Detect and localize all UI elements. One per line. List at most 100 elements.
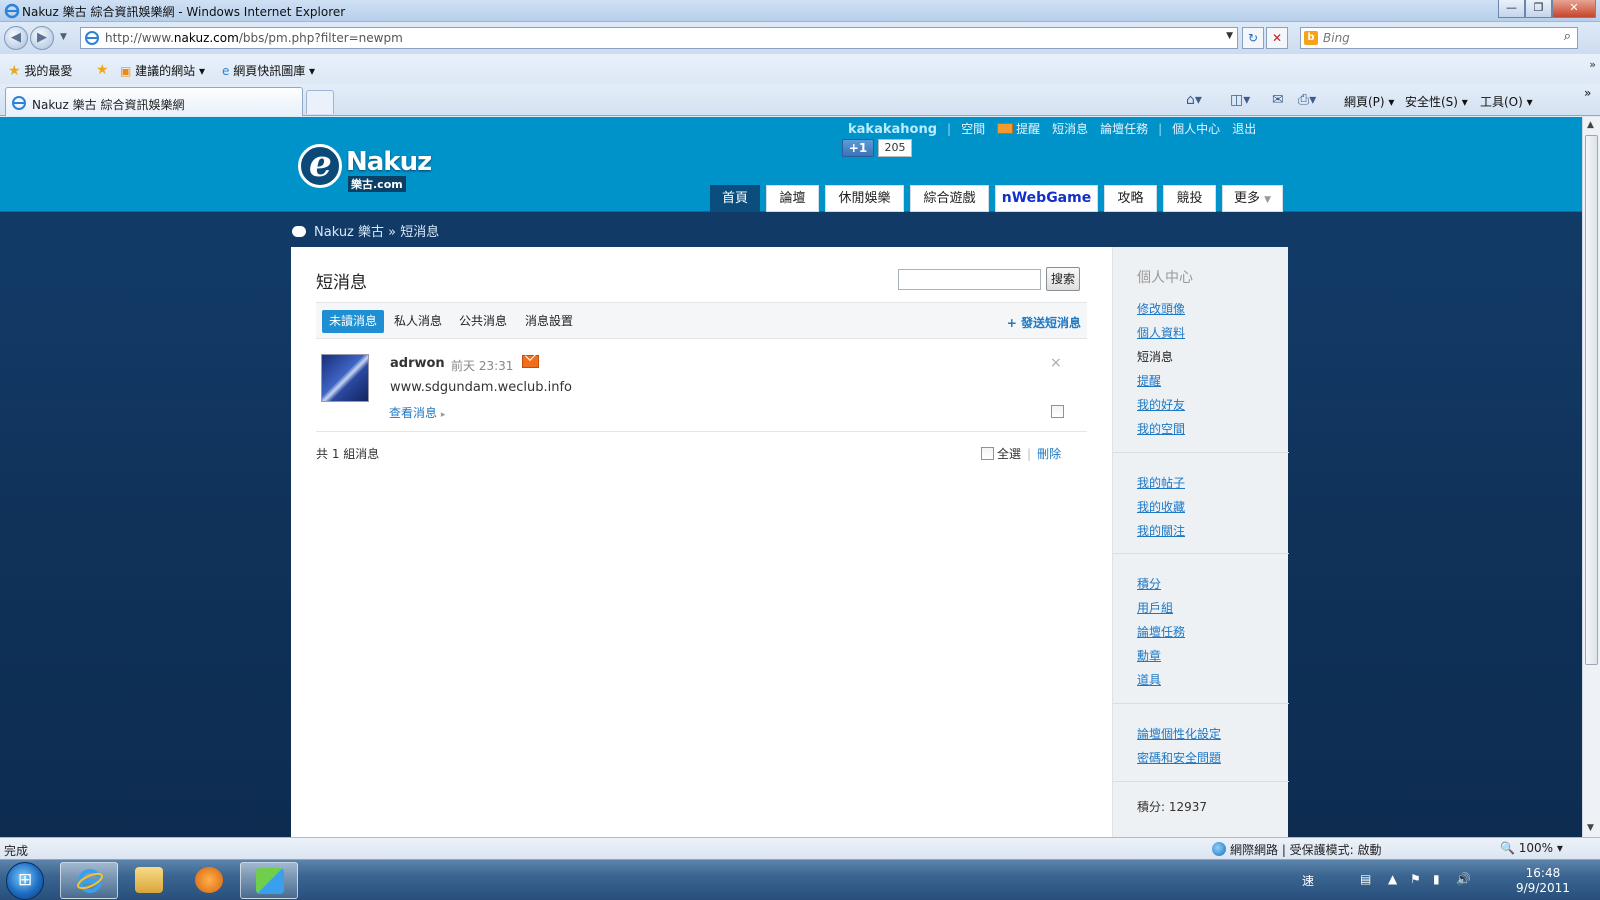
breadcrumb-text[interactable]: Nakuz 樂古 » 短消息 — [314, 225, 439, 240]
start-button[interactable]: ⊞ — [6, 862, 44, 900]
rss-feed-icon[interactable]: ◫▾ — [1230, 92, 1250, 108]
page-menu[interactable]: 網頁(P) ▾ — [1344, 93, 1394, 110]
network-icon[interactable]: ▮ — [1433, 872, 1440, 886]
forum-task-link[interactable]: 論壇任務 — [1100, 122, 1148, 136]
favorites-button[interactable]: ★ 我的最愛 — [8, 62, 72, 79]
search-box[interactable]: b Bing ⌕ — [1300, 27, 1578, 49]
scrollbar-thumb[interactable] — [1585, 135, 1598, 665]
pm-link[interactable]: 短消息 — [1052, 122, 1088, 136]
username-link[interactable]: kakakahong — [848, 122, 937, 137]
clock-date: 9/9/2011 — [1516, 881, 1570, 895]
nav-leisure[interactable]: 休閒娛樂 — [825, 185, 904, 212]
space-link[interactable]: 空間 — [961, 122, 985, 136]
favorites-overflow-icon[interactable]: » — [1589, 58, 1596, 71]
close-window-button[interactable]: ✕ — [1552, 0, 1596, 18]
sidebar-item-space[interactable]: 我的空間 — [1137, 420, 1185, 437]
ime-indicator[interactable]: 速 — [1302, 872, 1314, 889]
address-bar[interactable]: http://www.nakuz.com/bbs/pm.php?filter=n… — [80, 27, 1238, 49]
back-button[interactable]: ◀ — [4, 26, 28, 50]
nav-more[interactable]: 更多 ▼ — [1222, 185, 1283, 212]
home-icon[interactable]: ⌂▾ — [1186, 92, 1202, 108]
maximize-button[interactable]: ❐ — [1525, 0, 1552, 18]
sidebar-item-tasks[interactable]: 論壇任務 — [1137, 623, 1185, 640]
language-bar-icon[interactable]: ▤ — [1360, 872, 1371, 886]
delete-message-icon[interactable]: × — [1050, 355, 1062, 371]
tab-unread[interactable]: 未讀消息 — [322, 310, 385, 333]
zoom-level[interactable]: 🔍 100% ▾ — [1500, 841, 1563, 855]
new-tab-button[interactable] — [306, 90, 334, 114]
sidebar-item-friends[interactable]: 我的好友 — [1137, 396, 1185, 413]
scroll-up-icon[interactable]: ▲ — [1587, 120, 1594, 130]
taskbar-explorer[interactable] — [120, 862, 178, 899]
sidebar-item-notice[interactable]: 提醒 — [1137, 372, 1161, 389]
message-checkbox[interactable] — [1051, 405, 1064, 418]
recent-pages-dropdown-icon[interactable]: ▼ — [60, 32, 67, 42]
tab-private[interactable]: 私人消息 — [387, 310, 449, 333]
browser-tab-active[interactable]: Nakuz 樂古 綜合資訊娛樂網 — [5, 87, 303, 116]
suggested-sites-link[interactable]: ▣ 建議的網站 ▾ — [120, 62, 205, 79]
search-placeholder[interactable]: Bing — [1323, 31, 1350, 45]
nav-home[interactable]: 首頁 — [710, 185, 760, 212]
sidebar-item-favorites[interactable]: 我的收藏 — [1137, 498, 1185, 515]
system-clock[interactable]: 16:48 9/9/2011 — [1516, 866, 1570, 896]
delete-selected-link[interactable]: 刪除 — [1037, 447, 1061, 461]
nav-guides[interactable]: 攻略 — [1104, 185, 1157, 212]
send-pm-link[interactable]: + 發送短消息 — [1007, 314, 1081, 331]
vertical-scrollbar[interactable]: ▲ ▼ — [1582, 117, 1600, 837]
tab-public[interactable]: 公共消息 — [452, 310, 514, 333]
print-icon[interactable]: ⎙▾ — [1298, 92, 1316, 108]
tab-settings[interactable]: 消息設置 — [518, 310, 580, 333]
url-dropdown-icon[interactable]: ▼ — [1226, 31, 1233, 41]
pm-search-button[interactable]: 搜索 — [1046, 267, 1080, 291]
sidebar-item-usergroup[interactable]: 用戶組 — [1137, 599, 1173, 616]
read-mail-icon[interactable]: ✉ — [1272, 92, 1284, 108]
forward-button[interactable]: ▶ — [30, 26, 54, 50]
view-message-link[interactable]: 查看消息 ▸ — [389, 404, 445, 421]
sidebar-item-credits[interactable]: 積分 — [1137, 575, 1161, 592]
select-all-checkbox[interactable] — [981, 447, 994, 460]
nav-auction[interactable]: 競投 — [1163, 185, 1216, 212]
tools-menu[interactable]: 工具(O) ▾ — [1480, 93, 1533, 110]
status-text: 完成 — [4, 844, 29, 858]
sidebar-item-follows[interactable]: 我的關注 — [1137, 522, 1185, 539]
volume-icon[interactable]: 🔊 — [1456, 872, 1471, 886]
taskbar-ie[interactable] — [60, 862, 118, 899]
commandbar-overflow-icon[interactable]: » — [1584, 86, 1591, 100]
sidebar-item-profile[interactable]: 個人資料 — [1137, 324, 1185, 341]
taskbar-media-player[interactable] — [180, 862, 238, 899]
nav-forum[interactable]: 論壇 — [766, 185, 819, 212]
sidebar-item-medals[interactable]: 勳章 — [1137, 647, 1161, 664]
sidebar-item-magic[interactable]: 道具 — [1137, 671, 1161, 688]
taskbar-messenger[interactable] — [240, 862, 298, 899]
sidebar-item-personalize[interactable]: 論壇個性化設定 — [1137, 725, 1221, 742]
mail-icon — [997, 123, 1014, 134]
sender-name[interactable]: adrwon — [390, 356, 445, 371]
sidebar-item-security[interactable]: 密碼和安全問題 — [1137, 749, 1221, 766]
refresh-button[interactable]: ↻ — [1242, 27, 1264, 49]
scroll-down-icon[interactable]: ▼ — [1587, 823, 1594, 833]
url-text[interactable]: http://www.nakuz.com/bbs/pm.php?filter=n… — [105, 31, 403, 45]
notice-link[interactable]: 提醒 — [1016, 122, 1040, 136]
select-all-label[interactable]: 全選 — [997, 447, 1021, 461]
plusone-button[interactable]: +1 — [842, 139, 874, 157]
action-center-icon[interactable]: ⚑ — [1410, 872, 1421, 886]
show-hidden-icons[interactable]: ▲ — [1388, 872, 1397, 886]
sidebar-item-pm[interactable]: 短消息 — [1137, 348, 1173, 365]
logout-link[interactable]: 退出 — [1232, 122, 1256, 136]
stop-button[interactable]: ✕ — [1266, 27, 1288, 49]
pm-search-input[interactable] — [898, 269, 1041, 290]
sender-avatar[interactable] — [321, 354, 369, 402]
sidebar-divider — [1113, 781, 1289, 782]
sidebar-item-avatar[interactable]: 修改頭像 — [1137, 300, 1185, 317]
search-icon[interactable]: ⌕ — [1564, 29, 1571, 44]
add-favorite-icon[interactable]: ★ — [96, 62, 109, 78]
minimize-button[interactable]: — — [1498, 0, 1525, 18]
security-zone[interactable]: 網際網路 | 受保護模式: 啟動 — [1212, 841, 1382, 858]
nav-nwebgame[interactable]: nWebGame — [995, 185, 1098, 212]
safety-menu[interactable]: 安全性(S) ▾ — [1405, 93, 1468, 110]
profile-center-link[interactable]: 個人中心 — [1172, 122, 1220, 136]
sidebar-item-posts[interactable]: 我的帖子 — [1137, 474, 1185, 491]
breadcrumb: Nakuz 樂古 » 短消息 — [292, 221, 439, 240]
nav-games[interactable]: 綜合遊戲 — [910, 185, 989, 212]
web-slice-gallery-link[interactable]: e 網頁快訊圖庫 ▾ — [222, 62, 315, 79]
